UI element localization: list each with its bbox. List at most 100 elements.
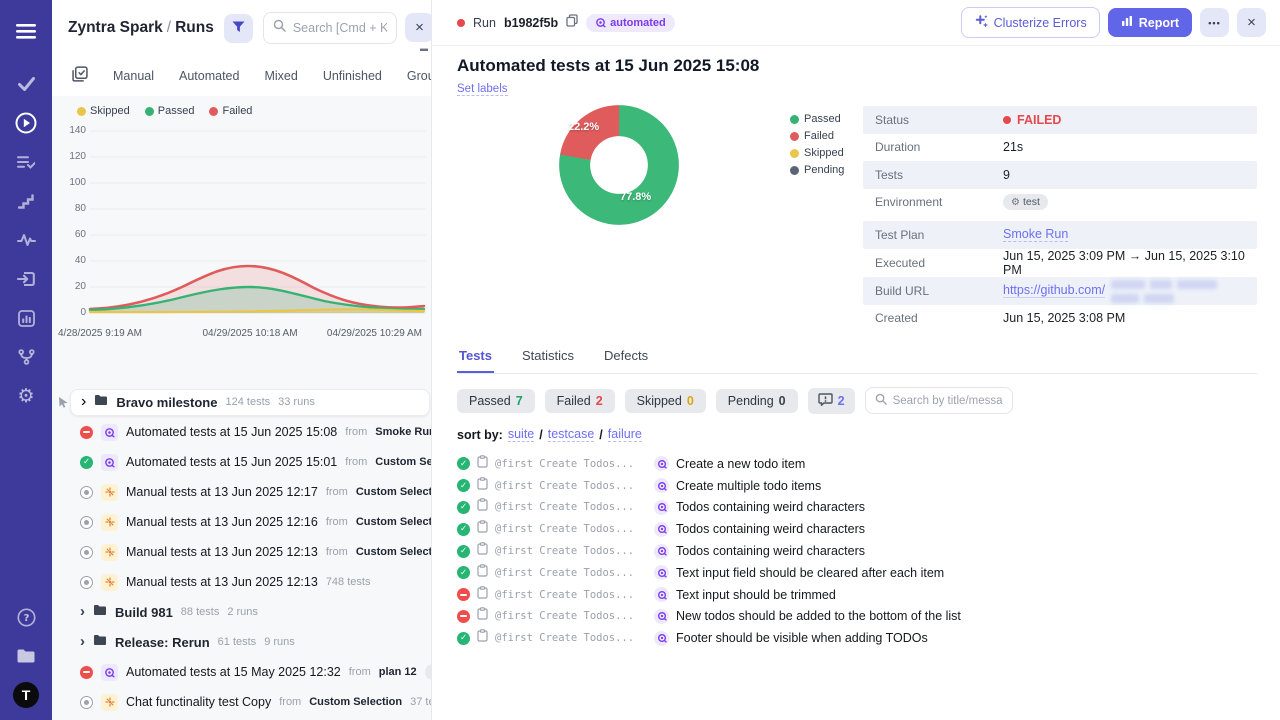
detail-row-executed: Executed Jun 15, 2025 3:09 PM → Jun 15, … [863,249,1257,277]
check-icon[interactable] [11,69,41,99]
run-row[interactable]: Chat functinality test Copy from Custom … [52,687,431,717]
run-row[interactable]: Manual tests at 13 Jun 2025 12:13 748 te… [52,567,431,597]
clusterize-errors-button[interactable]: Clusterize Errors [961,7,1100,38]
legend-pending[interactable]: Pending [790,164,844,176]
report-button[interactable]: Report [1108,8,1192,37]
run-folder-row[interactable]: › Build 981 88 tests 2 runs [52,597,431,627]
test-title: Text input should be trimmed [676,588,836,602]
filter-chip-pending[interactable]: Pending0 [716,389,798,413]
tab-manual[interactable]: Manual [113,69,154,83]
test-suite: @first Create Todos... [495,632,647,644]
detail-row-duration: Duration 21s [863,134,1257,162]
clipboard-icon [477,455,488,473]
test-row[interactable]: ✓ @first Create Todos... Create multiple… [457,475,1257,497]
clipboard-icon [477,586,488,604]
legend-skipped[interactable]: Skipped [790,147,844,159]
tab-statistics[interactable]: Statistics [520,341,576,373]
run-row[interactable]: Manual tests at 13 Jun 2025 12:16 from C… [52,507,431,537]
legend-passed[interactable]: Passed [790,113,844,125]
clipboard-icon [477,520,488,538]
breadcrumb-page: Runs [175,19,214,36]
panel-resize-icon[interactable]: ▬ [420,44,429,53]
run-overview: 22.2% 77.8% Passed Failed Skipped Pendin… [457,97,1257,339]
settings-gear-icon[interactable]: ⚙ [11,381,41,411]
filter-chip-passed[interactable]: Passed7 [457,389,535,413]
clipboard-icon [477,498,488,516]
runs-search[interactable] [263,12,397,44]
legend-failed[interactable]: Failed [790,130,844,142]
menu-icon[interactable] [11,16,41,46]
test-plan-link[interactable]: Smoke Run [1003,227,1068,242]
app-logo[interactable]: T [11,680,41,710]
tab-automated[interactable]: Automated [179,69,239,83]
run-folder-row[interactable]: › Release: Rerun 61 tests 9 runs [52,627,431,657]
tab-tests[interactable]: Tests [457,341,494,373]
run-title: Automated tests at 15 Jun 2025 15:01 [126,455,337,469]
test-row[interactable]: ✓ @first Create Todos... Footer should b… [457,627,1257,649]
projects-folder-icon[interactable] [11,641,41,671]
redacted-url-text [1111,277,1245,305]
build-url-link[interactable]: https://github.com/ [1003,283,1105,298]
run-title: Automated tests at 15 May 2025 12:32 [126,665,341,679]
test-row[interactable]: @first Create Todos... New todos should … [457,606,1257,628]
folder-runs-count: 9 runs [264,636,295,648]
chevron-right-icon[interactable]: › [80,604,85,619]
filter-chip-failed[interactable]: Failed2 [545,389,615,413]
help-icon[interactable]: ? [11,602,41,632]
select-all-icon[interactable] [72,66,88,87]
import-icon[interactable] [11,264,41,294]
run-row[interactable]: Manual tests at 13 Jun 2025 12:17 from C… [52,477,431,507]
run-row[interactable]: Manual tests at 13 Jun 2025 12:13 from C… [52,537,431,567]
tests-search-input[interactable] [893,395,1003,407]
pulse-icon[interactable] [11,225,41,255]
passed-status-icon: ✓ [457,545,470,558]
tab-unfinished[interactable]: Unfinished [323,69,382,83]
gear-icon: ⚙ [1011,197,1020,208]
run-folder-row[interactable]: › Bravo milestone 124 tests 33 runs [70,389,430,416]
passed-status-icon: ✓ [457,632,470,645]
more-button[interactable]: ••• [1200,8,1229,37]
play-circle-icon[interactable] [11,108,41,138]
test-suite: @first Create Todos... [495,545,647,557]
test-row[interactable]: ✓ @first Create Todos... Todos containin… [457,497,1257,519]
run-list-icon[interactable] [11,147,41,177]
test-suite: @first Create Todos... [495,567,647,579]
run-row[interactable]: Automated tests at 15 May 2025 12:32 fro… [52,657,431,687]
manual-run-icon [101,484,118,501]
run-row[interactable]: ✓ Automated tests at 15 Jun 2025 15:01 f… [52,447,431,477]
close-panel-button[interactable]: × [405,13,432,42]
sort-by-failure-link[interactable]: failure [608,427,642,442]
copy-icon[interactable] [566,14,578,32]
clipboard-icon [477,477,488,495]
tab-mixed[interactable]: Mixed [264,69,297,83]
tab-defects[interactable]: Defects [602,341,650,373]
test-title: Todos containing weird characters [676,522,865,536]
run-row[interactable]: Automated tests at 15 Jun 2025 15:08 fro… [52,417,431,447]
analytics-icon[interactable] [11,303,41,333]
test-row[interactable]: @first Create Todos... Text input should… [457,584,1257,606]
chevron-right-icon[interactable]: › [81,393,86,411]
run-source: Custom Selection [356,516,431,528]
chevron-right-icon[interactable]: › [80,634,85,649]
sort-by-testcase-link[interactable]: testcase [548,427,595,442]
breadcrumb-project[interactable]: Zyntra Spark [68,19,163,36]
filter-chip-comments[interactable]: 2 [808,388,855,414]
filter-chip-skipped[interactable]: Skipped0 [625,389,706,413]
test-row[interactable]: ✓ @first Create Todos... Create a new to… [457,453,1257,475]
run-title: Chat functinality test Copy [126,695,271,709]
tests-search[interactable] [865,387,1013,414]
failed-status-icon [457,610,470,623]
filter-button[interactable] [224,14,253,43]
tab-groups[interactable]: Groups [407,69,432,83]
sort-by-suite-link[interactable]: suite [508,427,534,442]
branches-icon[interactable] [11,342,41,372]
app-root: ⚙ ? T Zyntra Spark/Runs × [0,0,1280,720]
test-row[interactable]: ✓ @first Create Todos... Text input fiel… [457,562,1257,584]
run-source: Smoke Run [375,426,431,438]
test-row[interactable]: ✓ @first Create Todos... Todos containin… [457,518,1257,540]
runs-search-input[interactable] [293,21,387,35]
test-row[interactable]: ✓ @first Create Todos... Todos containin… [457,540,1257,562]
steps-icon[interactable] [11,186,41,216]
set-labels-link[interactable]: Set labels [457,83,508,96]
close-run-button[interactable]: × [1237,8,1266,37]
